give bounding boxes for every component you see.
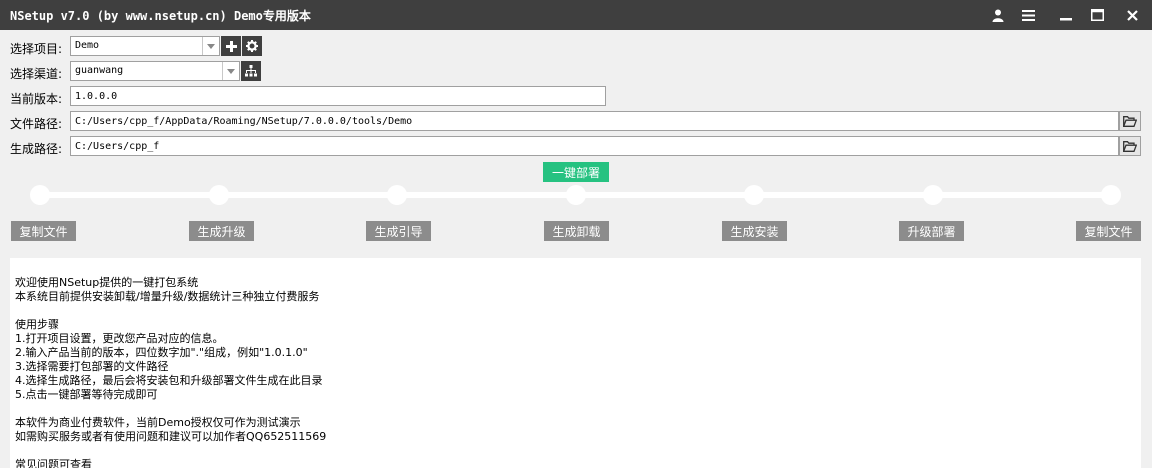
close-icon[interactable] [1120, 5, 1144, 25]
sitemap-icon [245, 65, 257, 77]
log-line: 本软件为商业付费软件，当前Demo授权仅可作为测试演示 [15, 416, 301, 429]
step-generate-upgrade-button[interactable]: 生成升级 [189, 221, 254, 241]
project-settings-button[interactable] [242, 36, 262, 56]
log-line: 1.打开项目设置，更改您产品对应的信息。 [15, 332, 224, 345]
project-select[interactable]: Demo [70, 36, 220, 56]
log-line: 欢迎使用NSetup提供的一键打包系统 [15, 276, 199, 289]
chevron-down-icon[interactable] [202, 37, 219, 55]
step-copy-files-button[interactable]: 复制文件 [11, 221, 76, 241]
step-generate-install-button[interactable]: 生成安装 [722, 221, 787, 241]
log-line: 使用步骤 [15, 318, 59, 331]
project-value: Demo [75, 40, 100, 51]
step-node [387, 185, 407, 205]
log-line: 如需购买服务或者有使用问题和建议可以加作者QQ652511569 [15, 430, 327, 443]
log-line: 2.输入产品当前的版本，四位数字加"."组成，例如"1.0.1.0" [15, 346, 308, 359]
file-path-input[interactable] [70, 111, 1119, 131]
version-label: 当前版本: [10, 92, 63, 106]
step-node [744, 185, 764, 205]
step-generate-bootstrap-button[interactable]: 生成引导 [366, 221, 431, 241]
folder-open-icon [1123, 115, 1137, 127]
channel-select[interactable]: guanwang [70, 61, 240, 81]
chevron-down-icon[interactable] [222, 62, 239, 80]
version-input[interactable] [70, 86, 606, 106]
file-path-label: 文件路径: [10, 117, 63, 131]
browse-output-path-button[interactable] [1119, 136, 1141, 156]
step-node [209, 185, 229, 205]
project-label: 选择项目: [10, 42, 63, 56]
channel-tree-button[interactable] [241, 61, 261, 81]
minimize-icon[interactable] [1054, 5, 1078, 25]
version-row: 当前版本: [0, 86, 1152, 108]
output-path-input[interactable] [70, 136, 1119, 156]
log-output[interactable]: 欢迎使用NSetup提供的一键打包系统 本系统目前提供安装卸载/增量升级/数据统计… [10, 258, 1141, 468]
window-title: NSetup v7.0 (by www.nsetup.cn) Demo专用版本 [10, 9, 311, 23]
step-generate-uninstall-button[interactable]: 生成卸载 [544, 221, 609, 241]
step-node [566, 185, 586, 205]
plus-icon [225, 40, 237, 52]
log-line: 常见问题可查看 [15, 458, 92, 468]
channel-value: guanwang [75, 65, 124, 76]
maximize-icon[interactable] [1085, 5, 1109, 25]
step-upgrade-deploy-button[interactable]: 升级部署 [899, 221, 964, 241]
one-click-deploy-button[interactable]: 一键部署 [543, 162, 609, 182]
folder-open-icon [1123, 140, 1137, 152]
step-node [30, 185, 50, 205]
step-node [1101, 185, 1121, 205]
log-line: 4.选择生成路径，最后会将安装包和升级部署文件生成在此目录 [15, 374, 323, 387]
project-row: 选择项目: Demo [0, 36, 1152, 58]
step-node [923, 185, 943, 205]
title-bar: NSetup v7.0 (by www.nsetup.cn) Demo专用版本 [0, 0, 1152, 30]
channel-row: 选择渠道: guanwang [0, 61, 1152, 83]
menu-icon[interactable] [1016, 5, 1040, 25]
channel-label: 选择渠道: [10, 67, 63, 81]
step-copy-files-final-button[interactable]: 复制文件 [1076, 221, 1141, 241]
browse-file-path-button[interactable] [1119, 111, 1141, 131]
gear-icon [246, 40, 258, 52]
add-project-button[interactable] [221, 36, 241, 56]
file-path-row: 文件路径: [0, 111, 1152, 133]
output-path-row: 生成路径: [0, 136, 1152, 158]
log-line: 3.选择需要打包部署的文件路径 [15, 360, 169, 373]
log-line: 本系统目前提供安装卸载/增量升级/数据统计三种独立付费服务 [15, 290, 320, 303]
log-line: 5.点击一键部署等待完成即可 [15, 388, 158, 401]
user-icon[interactable] [986, 5, 1010, 25]
output-path-label: 生成路径: [10, 142, 63, 156]
